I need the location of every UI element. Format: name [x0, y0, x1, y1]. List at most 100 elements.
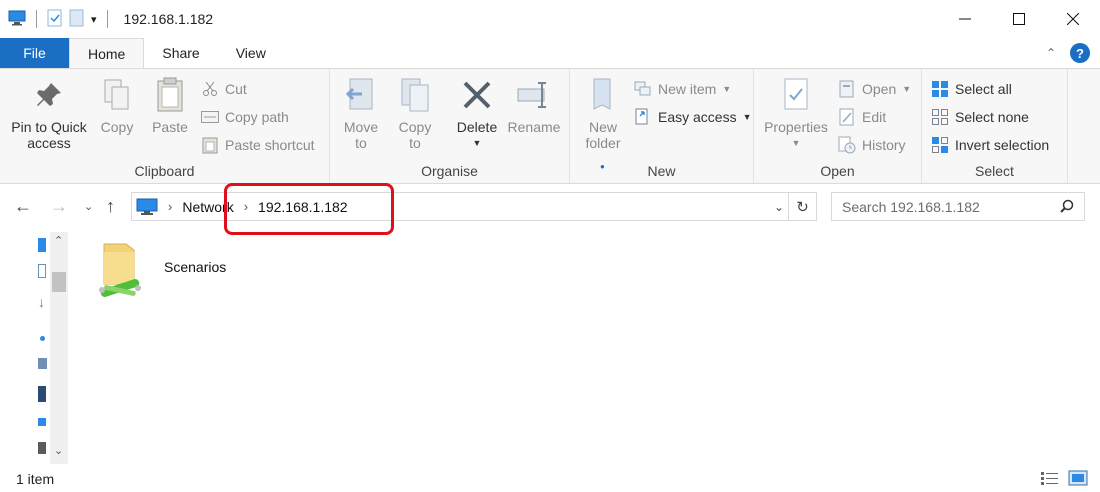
scroll-up-icon[interactable]: ⌃ [54, 234, 63, 247]
delete-dropdown-icon[interactable]: ▼ [473, 135, 482, 151]
history-icon [838, 136, 856, 154]
clipboard-group-label: Clipboard [134, 163, 195, 179]
properties-icon[interactable] [47, 9, 63, 30]
pin-to-quick-access-button[interactable]: Pin to Quick access [6, 75, 92, 151]
move-to-icon [343, 75, 379, 115]
quick-access-toolbar: ▾ 192.168.1.182 [0, 9, 213, 30]
search-input[interactable]: Search 192.168.1.182 [842, 199, 980, 215]
close-button[interactable] [1046, 0, 1100, 38]
open-group: Properties ▼ Open ▼ Edit History Open [754, 69, 922, 183]
nav-item-icon[interactable] [38, 386, 46, 402]
nav-item-icon[interactable]: ↓ [38, 294, 45, 310]
up-arrow-icon[interactable]: ↑ [106, 196, 115, 217]
nav-item-icon[interactable] [38, 442, 46, 454]
item-label: Scenarios [164, 259, 227, 275]
annotation-highlight-box [224, 183, 394, 235]
properties-large-icon [778, 75, 814, 115]
paste-button[interactable]: Paste [148, 75, 192, 135]
properties-button[interactable]: Properties ▼ [760, 75, 832, 151]
select-all-button[interactable]: Select all [931, 78, 1012, 100]
search-icon[interactable] [1060, 199, 1074, 213]
delete-button[interactable]: Delete ▼ [454, 75, 500, 151]
move-to-button[interactable]: Move to [340, 75, 382, 151]
pin-icon [31, 75, 67, 115]
new-item-label: New item [658, 81, 717, 97]
search-box[interactable]: Search 192.168.1.182 [831, 192, 1085, 221]
window-controls [938, 0, 1100, 38]
minimize-button[interactable] [938, 0, 992, 38]
select-none-icon [931, 108, 949, 126]
tab-home[interactable]: Home [69, 38, 145, 69]
new-folder-button[interactable]: New folder [580, 75, 626, 151]
scroll-down-icon[interactable]: ⌄ [54, 444, 63, 457]
dialog-launcher-dot: ● [600, 162, 605, 171]
tab-file[interactable]: File [0, 38, 69, 68]
ribbon: Pin to Quick access Copy Paste Cut Copy … [0, 68, 1100, 184]
delete-label: Delete [456, 119, 498, 135]
cut-button[interactable]: Cut [201, 78, 247, 100]
scroll-thumb[interactable] [52, 272, 66, 292]
window-title: 192.168.1.182 [123, 11, 214, 27]
copy-button[interactable]: Copy [96, 75, 138, 135]
scissors-icon [201, 80, 219, 98]
shared-folder-icon [96, 238, 144, 300]
help-icon[interactable]: ? [1070, 43, 1090, 63]
edit-label: Edit [862, 109, 887, 125]
copy-path-icon [201, 108, 219, 126]
rename-button[interactable]: Rename [506, 75, 562, 135]
paste-shortcut-icon [201, 136, 219, 154]
paste-shortcut-button[interactable]: Paste shortcut [201, 134, 315, 156]
open-icon [838, 80, 856, 98]
toolbar-divider [106, 10, 108, 28]
new-folder-label-line1: New [588, 119, 617, 135]
nav-item-icon[interactable] [38, 418, 46, 426]
ribbon-tabs: File Home Share View ⌃ ? [0, 38, 1100, 69]
history-button[interactable]: History [838, 134, 906, 156]
nav-item-icon[interactable] [38, 264, 46, 278]
nav-item-icon[interactable] [38, 238, 46, 252]
invert-selection-button[interactable]: Invert selection [931, 134, 1049, 156]
copy-to-label-line1: Copy [398, 119, 432, 135]
new-folder-icon[interactable] [69, 9, 85, 30]
toolbar-divider [36, 10, 37, 28]
move-to-label-line2: to [355, 135, 367, 151]
breadcrumb-separator-icon[interactable]: › [168, 199, 172, 214]
rename-icon [516, 75, 552, 115]
delete-icon [459, 75, 495, 115]
back-arrow-icon[interactable]: ← [14, 196, 32, 217]
easy-access-dropdown-icon: ▼ [742, 112, 752, 122]
copy-to-button[interactable]: Copy to [394, 75, 436, 151]
copy-path-label: Copy path [225, 109, 289, 125]
edit-button[interactable]: Edit [838, 106, 886, 128]
large-icons-view-icon[interactable] [1068, 470, 1088, 486]
address-dropdown-icon[interactable]: ⌄ [774, 200, 784, 214]
forward-arrow-icon[interactable]: → [50, 196, 68, 217]
new-item-dropdown-icon: ▼ [722, 84, 732, 94]
new-item-icon [634, 80, 652, 98]
open-dropdown-icon: ▼ [902, 84, 912, 94]
refresh-icon[interactable]: ↻ [788, 193, 816, 220]
tab-share[interactable]: Share [144, 38, 217, 68]
copy-path-button[interactable]: Copy path [201, 106, 289, 128]
details-view-icon[interactable] [1040, 470, 1060, 486]
list-item[interactable]: Scenarios [96, 238, 226, 300]
customize-toolbar-icon[interactable]: ▾ [91, 13, 97, 26]
collapse-ribbon-icon[interactable]: ⌃ [1046, 46, 1056, 60]
nav-item-icon[interactable] [40, 336, 45, 341]
recent-locations-icon[interactable]: ⌄ [84, 200, 93, 213]
copy-label: Copy [100, 119, 134, 135]
nav-item-icon[interactable] [38, 358, 47, 369]
maximize-button[interactable] [992, 0, 1046, 38]
computer-icon[interactable] [8, 10, 26, 29]
easy-access-button[interactable]: Easy access ▼ [634, 106, 752, 128]
navigation-scrollbar[interactable]: ⌃ ⌄ [50, 232, 68, 464]
select-group-label: Select [975, 163, 1014, 179]
easy-access-label: Easy access [658, 109, 737, 125]
new-item-button[interactable]: New item ▼ [634, 78, 731, 100]
pin-label-line2: access [27, 135, 71, 151]
tab-view[interactable]: View [218, 38, 284, 68]
open-button[interactable]: Open ▼ [838, 78, 911, 100]
properties-dropdown-icon[interactable]: ▼ [792, 135, 801, 151]
new-group-label: New [647, 163, 676, 179]
select-none-button[interactable]: Select none [931, 106, 1029, 128]
